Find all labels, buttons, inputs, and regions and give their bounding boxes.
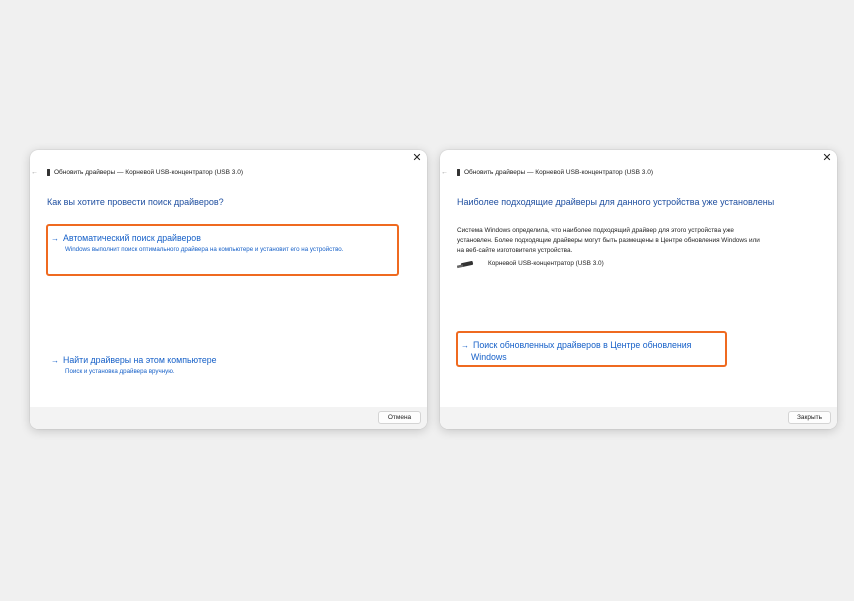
back-arrow-icon[interactable]: ← <box>441 169 448 176</box>
dialog-footer: Закрыть <box>440 407 837 429</box>
dialog-title-row: Обновить драйверы — Корневой USB-концент… <box>47 169 243 176</box>
arrow-right-icon: → <box>51 356 59 365</box>
manual-search-option[interactable]: → Найти драйверы на этом компьютере Поиск… <box>51 355 217 375</box>
cancel-button[interactable]: Отмена <box>378 411 421 424</box>
manual-search-description: Поиск и установка драйвера вручную. <box>65 368 175 375</box>
auto-search-description: Windows выполнит поиск оптимального драй… <box>65 246 344 253</box>
update-drivers-dialog-result: ✕ ← Обновить драйверы — Корневой USB-кон… <box>440 150 837 429</box>
dialog-heading: Наиболее подходящие драйверы для данного… <box>457 197 775 207</box>
dialog-title: Обновить драйверы — Корневой USB-концент… <box>54 169 243 176</box>
arrow-right-icon: → <box>51 234 59 243</box>
auto-search-title[interactable]: Автоматический поиск драйверов <box>63 233 201 243</box>
close-button[interactable]: Закрыть <box>788 411 831 424</box>
dialog-title-row: Обновить драйверы — Корневой USB-концент… <box>457 169 653 176</box>
back-arrow-icon[interactable]: ← <box>31 169 38 176</box>
close-icon[interactable]: ✕ <box>820 152 834 164</box>
device-row: Корневой USB-концентратор (USB 3.0) <box>457 260 604 270</box>
dialog-heading: Как вы хотите провести поиск драйверов? <box>47 197 224 207</box>
windows-update-search-title[interactable]: Поиск обновленных драйверов в Центре обн… <box>473 340 691 350</box>
info-text: Система Windows определила, что наиболее… <box>457 227 760 254</box>
windows-update-search-option[interactable]: → Поиск обновленных драйверов в Центре об… <box>461 340 691 362</box>
device-name: Корневой USB-концентратор (USB 3.0) <box>488 260 604 267</box>
manual-search-title[interactable]: Найти драйверы на этом компьютере <box>63 355 217 365</box>
windows-update-search-title-line2[interactable]: Windows <box>471 352 691 362</box>
close-icon[interactable]: ✕ <box>410 152 424 164</box>
usb-icon <box>47 169 50 176</box>
usb-icon <box>457 169 460 176</box>
dialog-footer: Отмена <box>30 407 427 429</box>
update-drivers-dialog-search: ✕ ← Обновить драйверы — Корневой USB-кон… <box>30 150 427 429</box>
usb-device-icon <box>457 260 474 269</box>
dialog-title: Обновить драйверы — Корневой USB-концент… <box>464 169 653 176</box>
arrow-right-icon: → <box>461 341 469 350</box>
auto-search-option[interactable]: → Автоматический поиск драйверов Windows … <box>51 233 343 253</box>
